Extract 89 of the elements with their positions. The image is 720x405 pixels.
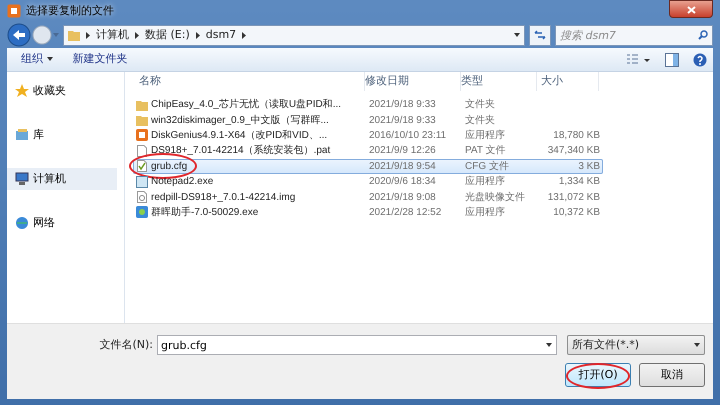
sidebar-item[interactable]: 库 [7, 124, 117, 146]
file-name: ChipEasy_4.0_芯片无忧（读取U盘PID和... [151, 98, 342, 112]
sidebar-item[interactable]: 计算机 [7, 168, 117, 190]
file-name: win32diskimager_0.9_中文版（写群晖... [151, 114, 329, 128]
file-size: 347,340 KB [548, 145, 600, 156]
file-date: 2020/9/6 18:34 [368, 175, 437, 190]
file-size: 131,072 KB [548, 192, 600, 203]
star-icon [15, 84, 29, 98]
app-icon [136, 129, 148, 142]
toolbar-button[interactable]: 组织 [13, 49, 60, 70]
app-icon [7, 4, 21, 18]
close-icon [686, 6, 696, 14]
column-header[interactable]: 修改日期 [365, 72, 461, 91]
folder-icon [68, 29, 80, 41]
file-type: 文件夹 [464, 114, 496, 128]
file-date: 2021/9/18 9:08 [368, 190, 437, 205]
chevron-icon [196, 32, 200, 38]
file-date: 2021/9/9 12:26 [368, 144, 437, 158]
dropdown-icon [546, 343, 552, 347]
dropdown-icon [514, 33, 520, 37]
file-name: DiskGenius4.9.1-X64（改PID和VID、... [151, 128, 328, 143]
back-button[interactable] [7, 23, 59, 47]
file-row[interactable]: redpill-DS918+_7.0.1-42214.img 2021/9/18 9:08 光盘映像文件 131,072 KB [133, 189, 603, 205]
file-size: 1,334 KB [558, 176, 600, 188]
file-row[interactable]: win32diskimager_0.9_中文版（写群晖... 2021/9/18 9:33 文件夹 [133, 112, 603, 128]
sidebar-item[interactable]: 收藏夹 [7, 80, 117, 102]
document-icon [136, 144, 148, 157]
close-button[interactable] [669, 0, 713, 18]
file-type: CFG 文件 [464, 160, 510, 174]
file-type: 文件夹 [464, 98, 496, 112]
file-row[interactable]: Notepad2.exe 2020/9/6 18:34 应用程序 1,334 KB [133, 174, 603, 190]
refresh-button[interactable] [529, 24, 551, 46]
cancel-button[interactable]: 取消 [639, 363, 705, 387]
file-name: redpill-DS918+_7.0.1-42214.img [151, 190, 296, 205]
file-date: 2021/9/18 9:54 [368, 160, 437, 174]
search-field[interactable]: 搜索 dsm7 [555, 24, 713, 46]
file-type: 应用程序 [464, 128, 506, 143]
preview-pane-icon [665, 52, 679, 66]
file-size: 3 KB [578, 160, 600, 172]
field-label: 文件名(N): [99, 336, 153, 353]
file-date: 2016/10/10 23:11 [368, 128, 448, 143]
notepad-icon [136, 176, 148, 188]
column-header[interactable]: 大小 [537, 72, 599, 91]
dropdown-icon [694, 343, 700, 347]
file-row[interactable]: grub.cfg 2021/9/18 9:54 CFG 文件 3 KB [133, 158, 603, 174]
refresh-icon [534, 30, 546, 40]
file-name: grub.cfg [151, 160, 188, 174]
file-type: 光盘映像文件 [464, 190, 526, 205]
file-size: 10,372 KB [553, 206, 600, 218]
globe-icon [15, 216, 29, 230]
file-type: PAT 文件 [464, 144, 507, 158]
disc-file-icon [136, 191, 148, 204]
file-date: 2021/9/18 9:33 [368, 114, 437, 128]
folder-icon [136, 98, 148, 111]
file-row[interactable]: DiskGenius4.9.1-X64（改PID和VID、... 2016/10/10 23:11 应用程序 18,780 KB [133, 128, 603, 144]
toolbar-button[interactable]: 新建文件夹 [64, 49, 136, 70]
chevron-icon [135, 32, 139, 38]
file-name: DS918+_7.01-42214（系统安装包）.pat [151, 144, 330, 158]
file-type: 应用程序 [464, 206, 506, 220]
file-size: 18,780 KB [553, 130, 600, 141]
breadcrumb-item[interactable]: dsm7 [206, 26, 236, 44]
file-type: 应用程序 [464, 174, 506, 190]
folder-icon [136, 114, 148, 126]
chevron-icon [86, 32, 90, 38]
breadcrumb-item[interactable]: 数据 (E:) [145, 26, 190, 44]
address-bar[interactable]: 计算机 数据 (E:) dsm7 [63, 24, 525, 46]
column-header[interactable]: 类型 [461, 72, 537, 91]
search-icon [698, 30, 708, 40]
file-type-dropdown[interactable]: 所有文件(*.*) [567, 335, 705, 355]
file-name: Notepad2.exe [151, 175, 214, 190]
open-button[interactable]: 打开(O) [565, 363, 631, 387]
sidebar-item[interactable]: 网络 [7, 212, 117, 234]
file-name: 群晖助手-7.0-50029.exe [151, 206, 258, 220]
help-icon [693, 52, 707, 66]
filename-field[interactable]: grub.cfg [157, 335, 557, 355]
view-icon [627, 54, 651, 66]
chevron-icon [242, 32, 246, 38]
computer-icon [15, 172, 29, 186]
library-icon [15, 128, 29, 142]
window-title: 选择要复制的文件 [26, 2, 114, 19]
file-row[interactable]: DS918+_7.01-42214（系统安装包）.pat 2021/9/9 12:26 PAT 文件 347,340 KB [133, 143, 603, 159]
app-icon [136, 206, 148, 218]
file-row[interactable]: 群晖助手-7.0-50029.exe 2021/2/28 12:52 应用程序 10,372 KB [133, 204, 603, 220]
file-date: 2021/9/18 9:33 [368, 98, 437, 112]
file-date: 2021/2/28 12:52 [368, 206, 442, 220]
document-check-icon [136, 160, 148, 172]
column-header[interactable]: 名称 [133, 72, 365, 91]
file-row[interactable]: ChipEasy_4.0_芯片无忧（读取U盘PID和... 2021/9/18 9:33 文件夹 [133, 97, 603, 112]
breadcrumb-item[interactable]: 计算机 [96, 26, 129, 44]
